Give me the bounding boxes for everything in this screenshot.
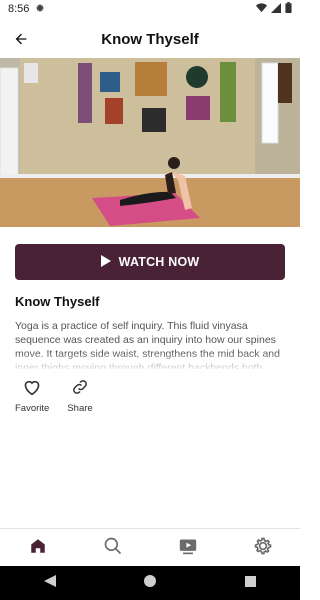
status-bar: 8:56: [0, 0, 300, 18]
app-bar: Know Thyself: [0, 20, 300, 58]
heart-outline-icon: [22, 378, 42, 401]
tab-search[interactable]: [93, 533, 133, 563]
tab-settings[interactable]: [243, 533, 283, 563]
tab-videos[interactable]: [168, 533, 208, 563]
signal-icon: [271, 2, 281, 16]
settings-gear-icon: [35, 3, 45, 16]
share-button[interactable]: Share: [67, 378, 93, 414]
settings-icon: [253, 536, 273, 561]
video-icon: [178, 537, 198, 560]
share-label: Share: [67, 403, 93, 414]
wifi-icon: [256, 2, 267, 16]
play-icon: [100, 254, 111, 270]
home-icon: [29, 537, 47, 560]
search-icon: [103, 536, 123, 561]
system-navigation-bar: [0, 566, 300, 600]
content-description: Yoga is a practice of self inquiry. This…: [15, 320, 280, 369]
back-triangle-icon[interactable]: [44, 574, 57, 592]
watch-now-button[interactable]: WATCH NOW: [15, 244, 285, 280]
action-row: Favorite Share: [15, 378, 93, 414]
status-left: 8:56: [8, 3, 45, 16]
favorite-button[interactable]: Favorite: [15, 378, 49, 414]
page-title: Know Thyself: [101, 30, 199, 48]
favorite-label: Favorite: [15, 403, 50, 414]
hero-image: [0, 58, 300, 227]
status-time: 8:56: [8, 3, 30, 15]
home-circle-icon[interactable]: [144, 574, 157, 592]
tab-home[interactable]: [18, 533, 58, 563]
watch-now-label: WATCH NOW: [118, 255, 200, 269]
back-arrow-icon[interactable]: [10, 28, 32, 50]
recents-square-icon[interactable]: [244, 574, 256, 592]
battery-icon: [285, 2, 292, 16]
status-right: [256, 2, 292, 16]
link-icon: [70, 378, 90, 401]
content-title: Know Thyself: [15, 294, 100, 309]
bottom-navigation: [0, 528, 300, 567]
